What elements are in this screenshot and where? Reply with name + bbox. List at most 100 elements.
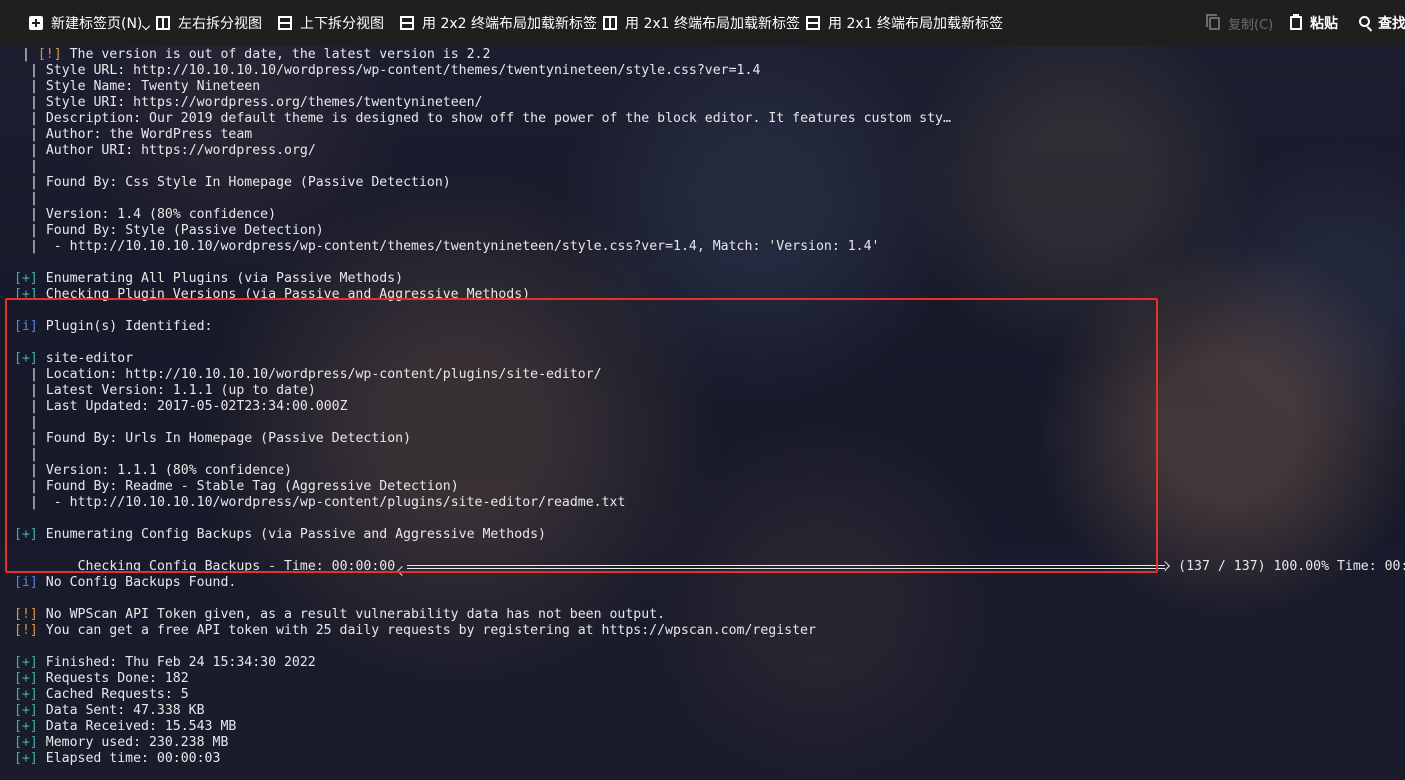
split-top-bottom-button[interactable]: 上下拆分视图 xyxy=(278,0,384,46)
layout-2x2-button[interactable]: 用 2x2 终端布局加载新标签 xyxy=(400,0,597,46)
terminal-line: | xyxy=(22,191,38,207)
copy-label: 复制(C) xyxy=(1228,17,1274,33)
terminal-line: [i] Plugin(s) Identified: xyxy=(14,319,213,335)
line-prefix: [i] xyxy=(14,319,38,334)
line-text: | - http://10.10.10.10/wordpress/wp-cont… xyxy=(22,495,626,510)
terminal-line: | xyxy=(22,159,38,175)
terminal-line: | Found By: Style (Passive Detection) xyxy=(22,223,324,239)
line-text: | Description: Our 2019 default theme is… xyxy=(22,111,951,126)
layout-2x1-vertical-label: 用 2x1 终端布局加载新标签 xyxy=(625,16,800,32)
progress-line: Checking Config Backups - Time: 00:00:00… xyxy=(22,543,1405,576)
terminal-line: [!] No WPScan API Token given, as a resu… xyxy=(14,607,665,623)
terminal-line: | Version: 1.1.1 (80% confidence) xyxy=(22,463,292,479)
split-left-right-button[interactable]: 左右拆分视图 xyxy=(156,0,262,46)
terminal-line: | Version: 1.4 (80% confidence) xyxy=(22,207,276,223)
layout-2x2-label: 用 2x2 终端布局加载新标签 xyxy=(422,16,597,32)
terminal-output[interactable]: | [!] The version is out of date, the la… xyxy=(0,46,1405,780)
line-text: | xyxy=(22,191,38,206)
line-prefix: [!] xyxy=(14,623,38,638)
line-text: Cached Requests: 5 xyxy=(37,687,189,702)
line-text: | xyxy=(22,415,38,430)
chevron-down-icon[interactable] xyxy=(142,21,151,31)
terminal-line: | Description: Our 2019 default theme is… xyxy=(22,111,951,127)
terminal-line: [+] Elapsed time: 00:00:03 xyxy=(14,751,220,767)
terminal-line: [+] Checking Plugin Versions (via Passiv… xyxy=(14,287,530,303)
line-text: | Latest Version: 1.1.1 (up to date) xyxy=(22,383,316,398)
terminal-line: | Location: http://10.10.10.10/wordpress… xyxy=(22,367,602,383)
line-text: | xyxy=(22,447,38,462)
terminal-line: [+] Enumerating All Plugins (via Passive… xyxy=(14,271,403,287)
line-text: Requests Done: 182 xyxy=(37,671,189,686)
terminal-line: | [!] The version is out of date, the la… xyxy=(14,47,491,62)
paste-icon xyxy=(1290,14,1302,30)
line-prefix: [+] xyxy=(14,735,38,750)
line-text: Enumerating Config Backups (via Passive … xyxy=(37,527,546,542)
line-text: The version is out of date, the latest v… xyxy=(61,47,491,62)
terminal-line: [+] Memory used: 230.238 MB xyxy=(14,735,228,751)
line-prefix: [!] xyxy=(14,607,38,622)
line-text: | Found By: Style (Passive Detection) xyxy=(22,223,324,238)
terminal-line: | Found By: Urls In Homepage (Passive De… xyxy=(22,431,411,447)
terminal-line: [i] No Config Backups Found. xyxy=(14,575,236,591)
line-text: | Style URI: https://wordpress.org/theme… xyxy=(22,95,483,110)
terminal-line: [!] You can get a free API token with 25… xyxy=(14,623,816,639)
terminal-line: [+] Finished: Thu Feb 24 15:34:30 2022 xyxy=(14,655,316,671)
line-text: No WPScan API Token given, as a result v… xyxy=(37,607,666,622)
line-prefix: [+] xyxy=(14,287,38,302)
terminal-line: [+] Data Received: 15.543 MB xyxy=(14,719,236,735)
terminal-line: | Found By: Readme - Stable Tag (Aggress… xyxy=(22,479,459,495)
line-prefix: [+] xyxy=(14,751,38,766)
split-vertical-icon xyxy=(156,16,170,30)
search-label: 查找 xyxy=(1378,16,1405,32)
line-text: | Version: 1.1.1 (80% confidence) xyxy=(22,463,292,478)
line-text: | Location: http://10.10.10.10/wordpress… xyxy=(22,367,602,382)
line-text: | Last Updated: 2017-05-02T23:34:00.000Z xyxy=(22,399,348,414)
terminal-line: [+] Enumerating Config Backups (via Pass… xyxy=(14,527,546,543)
line-text: Data Sent: 47.338 KB xyxy=(37,703,205,718)
terminal-line: | Style Name: Twenty Nineteen xyxy=(22,79,260,95)
terminal-line: | - http://10.10.10.10/wordpress/wp-cont… xyxy=(22,239,880,255)
layout-2x1-horizontal-button[interactable]: 用 2x1 终端布局加载新标签 xyxy=(806,0,1003,46)
terminal-line: [+] site-editor xyxy=(14,351,133,367)
terminal-line: [+] Requests Done: 182 xyxy=(14,671,189,687)
line-prefix: [i] xyxy=(14,575,38,590)
split-left-right-label: 左右拆分视图 xyxy=(178,16,262,32)
shell-prompt[interactable]: ○ kali xyxy=(16,767,127,780)
terminal-line: | Found By: Css Style In Homepage (Passi… xyxy=(22,175,451,191)
line-text: Finished: Thu Feb 24 15:34:30 2022 xyxy=(37,655,316,670)
line-text: Enumerating All Plugins (via Passive Met… xyxy=(37,271,404,286)
search-button[interactable]: 查找 xyxy=(1359,0,1405,46)
progress-left-text: Checking Config Backups - Time: 00:00:00 xyxy=(69,559,396,574)
screen: 新建标签页(N) 左右拆分视图 上下拆分视图 用 2x2 终端布局加载新标签 用… xyxy=(0,0,1405,780)
line-text: | Author: the WordPress team xyxy=(22,127,253,142)
line-prefix: [+] xyxy=(14,527,38,542)
terminal-line: | - http://10.10.10.10/wordpress/wp-cont… xyxy=(22,495,625,511)
terminal-line: | xyxy=(22,447,38,463)
search-icon xyxy=(1359,16,1370,27)
layout-2x1-vertical-button[interactable]: 用 2x1 终端布局加载新标签 xyxy=(603,0,800,46)
paste-label: 粘贴 xyxy=(1310,16,1338,32)
layout-grid-icon xyxy=(400,16,414,30)
line-text: | Author URI: https://wordpress.org/ xyxy=(22,143,316,158)
terminal-line: | Style URL: http://10.10.10.10/wordpres… xyxy=(22,63,760,79)
line-prefix: [+] xyxy=(14,351,38,366)
line-text: | Found By: Readme - Stable Tag (Aggress… xyxy=(22,479,459,494)
line-text: Memory used: 230.238 MB xyxy=(37,735,229,750)
line-text: Plugin(s) Identified: xyxy=(37,319,213,334)
paste-button[interactable]: 粘贴 xyxy=(1290,0,1338,46)
line-text: Checking Plugin Versions (via Passive an… xyxy=(37,287,531,302)
split-horizontal-icon xyxy=(278,16,292,30)
line-prefix: [+] xyxy=(14,671,38,686)
line-prefix: [+] xyxy=(14,703,38,718)
split-top-bottom-label: 上下拆分视图 xyxy=(300,16,384,32)
line-text: | Style URL: http://10.10.10.10/wordpres… xyxy=(22,63,761,78)
new-tab-button[interactable]: 新建标签页(N) xyxy=(29,0,151,46)
new-tab-icon xyxy=(29,16,43,30)
terminal-line: [+] Cached Requests: 5 xyxy=(14,687,189,703)
line-text: | Style Name: Twenty Nineteen xyxy=(22,79,261,94)
terminal-toolbar: 新建标签页(N) 左右拆分视图 上下拆分视图 用 2x2 终端布局加载新标签 用… xyxy=(0,0,1405,46)
copy-button[interactable]: 复制(C) xyxy=(1205,0,1273,46)
layout-rows-icon xyxy=(806,16,820,30)
terminal-line: | Last Updated: 2017-05-02T23:34:00.000Z xyxy=(22,399,348,415)
layout-2x1-horizontal-label: 用 2x1 终端布局加载新标签 xyxy=(828,16,1003,32)
